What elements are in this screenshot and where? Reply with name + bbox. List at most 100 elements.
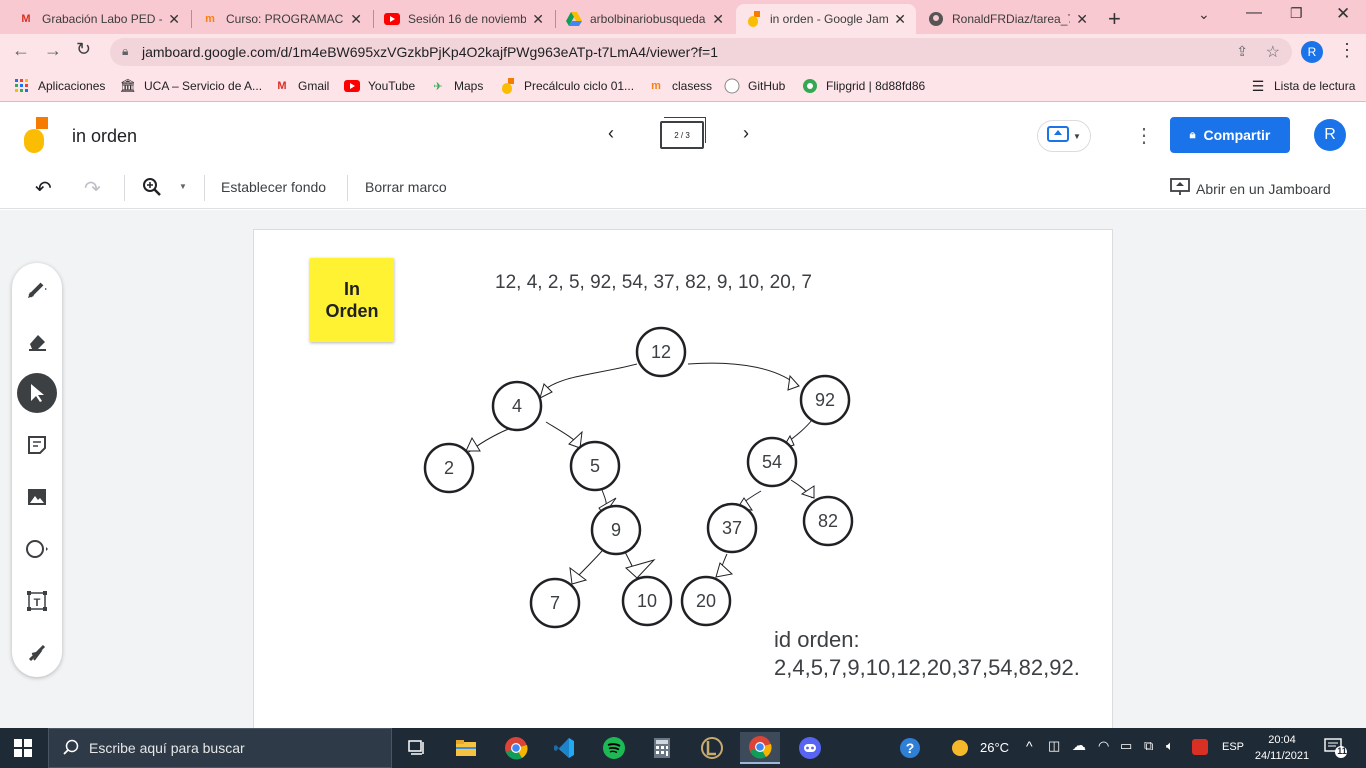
restore-icon[interactable]: ❐ [1290, 5, 1303, 22]
address-bar[interactable]: 🔒︎ jamboard.google.com/d/1m4eBW695xzVGzk… [110, 38, 1292, 66]
taskbar-search-box[interactable]: Escribe aquí para buscar [48, 728, 392, 768]
bookmark-star-icon[interactable]: ☆ [1266, 42, 1280, 62]
bookmark-gmail[interactable]: M Gmail [274, 78, 329, 94]
close-window-icon[interactable]: ✕ [1336, 4, 1350, 24]
bookmark-label: Maps [454, 79, 484, 93]
jam-title[interactable]: in orden [72, 126, 137, 147]
select-pointer-icon[interactable] [17, 373, 57, 413]
more-options-icon[interactable]: ⋮ [1134, 123, 1154, 148]
close-tab-icon[interactable]: ✕ [350, 11, 362, 28]
meet-now-icon[interactable]: ◫ [1048, 738, 1060, 754]
jam-frame[interactable]: In Orden 12, 4, 2, 5, 92, 54, 37, 82, 9,… [253, 229, 1113, 728]
spotify-icon[interactable] [594, 732, 634, 764]
display-icon[interactable]: ⧉ [1144, 738, 1153, 754]
pen-tool-icon[interactable] [17, 269, 57, 309]
set-background-button[interactable]: Establecer fondo [221, 179, 326, 195]
reading-list-button[interactable]: ☰ Lista de lectura [1250, 78, 1356, 94]
tab-3[interactable]: arbolbinariobusqueda ✕ [556, 4, 734, 34]
share-page-icon[interactable]: ⇪ [1236, 43, 1248, 60]
tree-node-54: 54 [746, 436, 798, 488]
in-order-result[interactable]: id orden: 2,4,5,7,9,10,12,20,37,54,82,92… [774, 626, 1080, 682]
chrome-icon[interactable] [496, 732, 536, 764]
sticky-note-icon[interactable] [17, 425, 57, 465]
help-icon[interactable]: ? [890, 732, 930, 764]
profile-avatar[interactable]: R [1301, 41, 1323, 63]
clear-frame-button[interactable]: Borrar marco [365, 179, 447, 195]
bookmark-label: Gmail [298, 79, 330, 93]
zoom-dropdown-icon[interactable]: ▼ [179, 182, 187, 191]
image-icon[interactable] [17, 477, 57, 517]
close-tab-icon[interactable]: ✕ [1076, 11, 1088, 28]
svg-text:T: T [34, 597, 41, 609]
tab-title: RonaldFRDiaz/tarea_7 [952, 12, 1071, 26]
league-of-legends-icon[interactable] [692, 732, 732, 764]
laser-pointer-icon[interactable] [17, 633, 57, 673]
new-tab-button[interactable]: + [1108, 6, 1121, 32]
tree-node-9: 9 [590, 504, 642, 556]
bookmark-youtube[interactable]: YouTube [344, 78, 415, 94]
tree-node-label: 2 [444, 458, 454, 478]
eraser-icon[interactable] [17, 321, 57, 361]
tab-4-active[interactable]: in orden - Google Jam ✕ [736, 4, 916, 34]
minimize-icon[interactable]: — [1246, 4, 1262, 22]
redo-icon[interactable]: ↷ [84, 176, 101, 201]
present-button[interactable]: ▼ [1037, 120, 1091, 152]
bookmark-flipgrid[interactable]: Flipgrid | 8d88fd86 [802, 78, 925, 94]
wifi-icon[interactable]: ◠ [1098, 738, 1109, 754]
back-icon[interactable]: ← [12, 40, 30, 61]
bookmark-apps[interactable]: Aplicaciones [14, 78, 105, 94]
text-box-icon[interactable]: T [17, 581, 57, 621]
tab-search-icon[interactable]: ⌄ [1198, 6, 1210, 23]
tab-2[interactable]: Sesión 16 de noviemb ✕ [374, 4, 554, 34]
jamboard-logo-icon[interactable] [22, 117, 50, 158]
forward-icon[interactable]: → [44, 40, 62, 61]
discord-icon[interactable] [790, 732, 830, 764]
share-button[interactable]: 🔒︎ Compartir [1170, 117, 1290, 153]
tab-5[interactable]: RonaldFRDiaz/tarea_7 ✕ [918, 4, 1098, 34]
clock[interactable]: 20:04 24/11/2021 [1250, 732, 1314, 764]
next-frame-icon[interactable]: › [743, 123, 749, 144]
close-tab-icon[interactable]: ✕ [894, 11, 906, 28]
account-avatar[interactable]: R [1314, 119, 1346, 151]
zoom-icon[interactable] [142, 177, 162, 200]
bookmark-uca[interactable]: 🏛︎ UCA – Servicio de A... [120, 78, 262, 94]
browser-tab-strip: M Grabación Labo PED - ✕ m Curso: PROGRA… [0, 0, 1366, 34]
vscode-icon[interactable] [544, 732, 584, 764]
calculator-icon[interactable] [642, 732, 682, 764]
open-in-jamboard-button[interactable]: Abrir en un Jamboard [1170, 178, 1331, 199]
close-tab-icon[interactable]: ✕ [532, 11, 544, 28]
antivirus-icon[interactable] [1192, 739, 1208, 755]
task-view-icon[interactable] [397, 732, 437, 764]
onedrive-cloud-icon[interactable]: ☁︎ [1072, 737, 1086, 754]
undo-icon[interactable]: ↶ [35, 176, 52, 201]
bookmark-maps[interactable]: ✈︎ Maps [430, 78, 483, 94]
moodle-icon: m [651, 80, 661, 92]
shape-circle-icon[interactable] [17, 529, 57, 569]
bookmark-github[interactable]: GitHub [724, 78, 785, 94]
weather-sun-icon[interactable] [950, 738, 970, 761]
arrow-head [800, 485, 815, 499]
show-hidden-icons-icon[interactable]: ^ [1026, 738, 1033, 754]
previous-frame-icon[interactable]: ‹ [608, 123, 614, 144]
bookmark-precalculo[interactable]: Precálculo ciclo 01... [500, 78, 634, 94]
tab-0[interactable]: M Grabación Labo PED - ✕ [8, 4, 190, 34]
windows-start-icon[interactable] [3, 732, 43, 764]
reload-icon[interactable]: ↻ [76, 39, 91, 60]
temperature-label[interactable]: 26°C [980, 740, 1009, 755]
tree-node-label: 12 [651, 342, 671, 362]
notification-center-icon[interactable]: 11 [1324, 737, 1348, 762]
close-tab-icon[interactable]: ✕ [168, 11, 180, 28]
file-explorer-icon[interactable] [446, 732, 486, 764]
share-label: Compartir [1203, 127, 1271, 143]
tree-node-label: 4 [512, 396, 522, 416]
bookmark-clasess[interactable]: m clasess [648, 78, 712, 94]
volume-icon[interactable]: 🔈︎ [1166, 738, 1174, 754]
close-tab-icon[interactable]: ✕ [712, 11, 724, 28]
battery-icon[interactable]: ▭ [1120, 738, 1132, 754]
bookmark-label: UCA – Servicio de A... [144, 79, 263, 93]
language-indicator[interactable]: ESP [1222, 741, 1244, 753]
chrome-profile-active-icon[interactable] [740, 732, 780, 764]
open-jamboard-icon [1170, 178, 1190, 199]
tab-1[interactable]: m Curso: PROGRAMACIÓ ✕ [192, 4, 372, 34]
menu-dots-icon[interactable]: ⋮ [1338, 40, 1356, 61]
